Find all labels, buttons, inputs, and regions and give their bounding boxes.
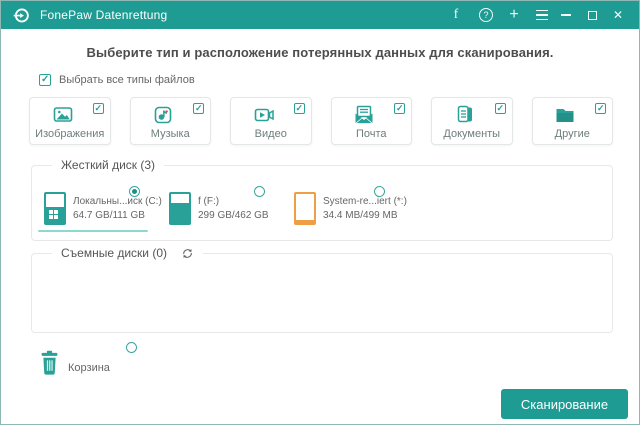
card-label: Изображения	[35, 128, 105, 140]
documents-checkbox[interactable]	[494, 103, 506, 114]
refresh-icon[interactable]	[181, 247, 194, 260]
scan-button[interactable]: Сканирование	[501, 389, 628, 419]
disk-capacity: 64.7 GB/111 GB	[73, 210, 145, 221]
card-label: Почта	[355, 128, 387, 140]
recycle-bin-radio[interactable]	[126, 342, 137, 353]
windows-logo-icon	[49, 210, 58, 219]
removable-disks-section: Съемные диски (0)	[31, 246, 613, 333]
disk-c-radio[interactable]	[129, 186, 140, 197]
fonepaw-logo-icon	[13, 8, 29, 22]
disk-capacity: 299 GB/462 GB	[198, 210, 269, 221]
menu-icon[interactable]	[533, 6, 551, 24]
filetype-card-images[interactable]: Изображения	[29, 97, 111, 145]
card-label: Документы	[443, 128, 501, 140]
filetype-card-other[interactable]: Другие	[531, 97, 613, 145]
minimize-icon[interactable]	[557, 6, 575, 24]
image-icon	[30, 103, 96, 127]
disk-item-f[interactable]: f (F:) 299 GB/462 GB	[169, 192, 269, 225]
disk-name: System-re...iert (*:)	[323, 196, 407, 207]
drive-icon	[44, 192, 66, 225]
filetype-card-mail[interactable]: Почта	[330, 97, 412, 145]
folder-icon	[533, 103, 599, 127]
facebook-icon[interactable]: f	[447, 6, 465, 24]
card-label: Другие	[554, 128, 590, 140]
filetype-card-documents[interactable]: Документы	[431, 97, 513, 145]
disk-item-system-reserved[interactable]: System-re...iert (*:) 34.4 MB/499 MB	[294, 192, 407, 225]
select-all-checkbox[interactable]	[39, 74, 51, 86]
card-label: Музыка	[150, 128, 190, 140]
disk-capacity: 34.4 MB/499 MB	[323, 210, 398, 221]
filetype-card-music[interactable]: Музыка	[129, 97, 211, 145]
music-checkbox[interactable]	[193, 103, 204, 114]
close-icon[interactable]: ✕	[609, 6, 627, 24]
add-icon[interactable]: +	[505, 6, 523, 24]
maximize-icon[interactable]	[583, 6, 601, 24]
disk-item-local-c[interactable]: Локальны...иск (C:) 64.7 GB/111 GB	[44, 192, 162, 225]
drive-icon	[169, 192, 191, 225]
video-icon	[231, 103, 297, 127]
select-all-row[interactable]: Выбрать все типы файлов	[39, 74, 195, 86]
video-checkbox[interactable]	[293, 103, 305, 114]
drive-icon	[294, 192, 316, 225]
disk-name: f (F:)	[198, 196, 220, 207]
help-icon[interactable]: ?	[477, 6, 495, 24]
music-icon	[131, 103, 197, 127]
selected-disk-underline	[38, 230, 148, 232]
titlebar: FonePaw Datenrettung f ? + ✕	[1, 1, 639, 29]
disk-name: Локальны...иск (C:)	[73, 196, 162, 207]
other-checkbox[interactable]	[595, 103, 606, 114]
hard-disk-section-title: Жесткий диск (3)	[52, 158, 165, 172]
app-title: FonePaw Datenrettung	[40, 8, 168, 22]
recycle-bin-item[interactable]: Корзина	[39, 349, 110, 376]
app-window: FonePaw Datenrettung f ? + ✕ Выберите ти…	[0, 0, 640, 425]
select-all-label: Выбрать все типы файлов	[59, 74, 195, 86]
disk-system-radio[interactable]	[374, 186, 385, 197]
card-label: Видео	[254, 128, 287, 140]
trash-icon	[41, 350, 58, 375]
document-icon	[432, 103, 498, 127]
disk-f-radio[interactable]	[254, 186, 265, 197]
mail-icon	[332, 103, 398, 127]
mail-checkbox[interactable]	[394, 103, 405, 114]
removable-disks-section-title: Съемные диски (0)	[61, 246, 168, 260]
file-type-cards: Изображения Музыка	[29, 97, 613, 145]
recycle-bin-label: Корзина	[68, 362, 110, 374]
page-title: Выберите тип и расположение потерянных д…	[86, 45, 554, 60]
titlebar-buttons: f ? + ✕	[439, 6, 627, 24]
filetype-card-video[interactable]: Видео	[230, 97, 312, 145]
images-checkbox[interactable]	[92, 103, 104, 114]
hard-disk-section: Жесткий диск (3) Локальны...иск (C:) 64.…	[31, 158, 613, 241]
